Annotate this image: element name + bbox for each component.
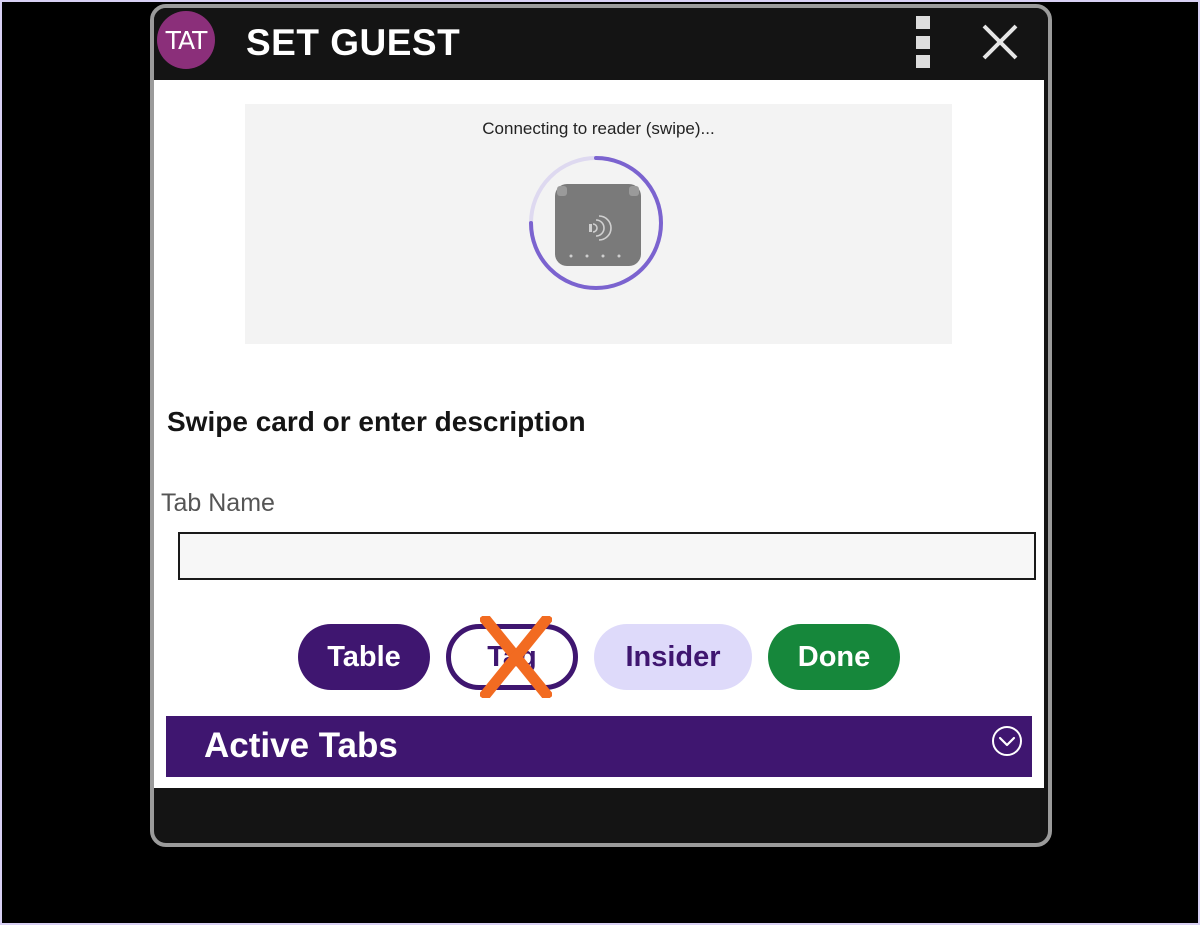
title-bar: TAT SET GUEST [154,8,1048,80]
reader-status-text: Connecting to reader (swipe)... [482,119,715,138]
tab-name-label: Tab Name [161,489,275,517]
form-heading: Swipe card or enter description [167,406,586,437]
dialog-content: Connecting to reader (swipe)... Swipe ca… [154,80,1044,788]
tab-name-input[interactable] [178,532,1036,580]
done-button[interactable]: Done [768,624,900,690]
active-tabs-label: Active Tabs [204,726,398,765]
dialog-title: SET GUEST [246,22,461,63]
active-tabs-header[interactable]: Active Tabs [166,716,1032,777]
card-reader-icon [519,146,679,306]
chevron-down-icon[interactable] [991,725,1023,757]
close-icon[interactable] [980,22,1020,62]
set-guest-dialog: TAT SET GUEST Connecting to reader (swip… [150,4,1052,847]
insider-button[interactable]: Insider [594,624,752,690]
app-logo: TAT [157,11,215,69]
tag-button[interactable]: Tag [446,624,578,690]
card-reader-panel: Connecting to reader (swipe)... [245,104,952,344]
kebab-menu-icon[interactable] [916,16,936,68]
table-button[interactable]: Table [298,624,430,690]
